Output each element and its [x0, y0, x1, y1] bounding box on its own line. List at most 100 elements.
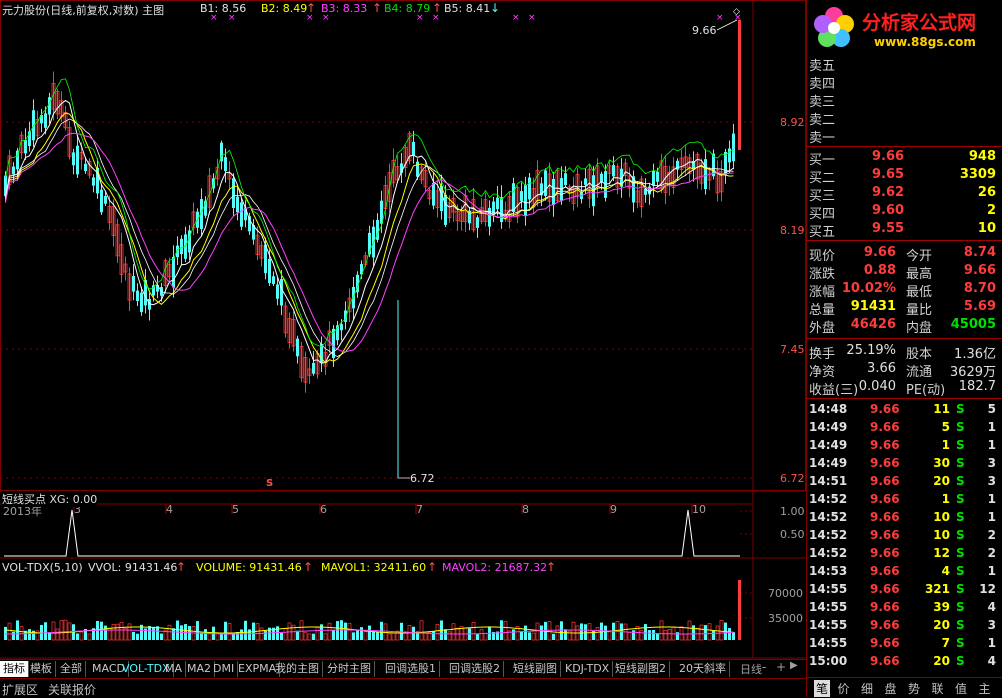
- tab-indicator[interactable]: 模板: [27, 661, 56, 677]
- panel-tab[interactable]: 主: [979, 680, 991, 697]
- tick-time: 14:53: [809, 564, 848, 578]
- tick-time: 14:49: [809, 438, 848, 452]
- kline-candle-down: [488, 207, 491, 227]
- volume-bar-down: [240, 629, 243, 640]
- volume-bar-down: [156, 626, 159, 640]
- kline-candle-down: [272, 276, 275, 284]
- kline-candle-down: [100, 189, 103, 213]
- tick-side: S: [956, 438, 965, 452]
- tick-side: S: [956, 600, 965, 614]
- tick-row: 14:55 9.66 39 S 4: [806, 599, 1000, 617]
- volume-bar-down: [176, 620, 179, 640]
- chart-title: 元力股份(日线,前复权,对数) 主图: [2, 4, 165, 17]
- tick-side: S: [956, 456, 965, 470]
- volume-bar-down: [584, 624, 587, 640]
- tick-time: 14:55: [809, 636, 848, 650]
- tab-indicator[interactable]: 我的主图: [272, 661, 323, 677]
- bid-row: 买二 9.65 3309: [806, 166, 1000, 186]
- tick-row: 14:52 9.66 1 S 1: [806, 491, 1000, 509]
- tab-indicator[interactable]: 20天斜率: [676, 661, 730, 677]
- volume-bar-up: [87, 633, 92, 641]
- volume-bar-up: [435, 623, 440, 641]
- b3-up-arrow-icon: ↑: [372, 1, 383, 15]
- b2-label: B2: 8.49: [261, 2, 308, 15]
- tab-indicator[interactable]: 全部: [57, 661, 86, 677]
- panel-tab[interactable]: 价: [838, 680, 850, 697]
- low-annotation: 6.72: [410, 472, 435, 485]
- quote-value: 9.66: [863, 245, 896, 260]
- price-tick: 8.92: [780, 116, 805, 129]
- volume-up-arrow-icon: ↑: [303, 560, 314, 574]
- volume-bar-up: [683, 633, 688, 641]
- volume-bar-down: [524, 625, 527, 640]
- kline-candle-down: [180, 238, 183, 255]
- tick-side: S: [956, 618, 965, 632]
- tick-volume: 1: [941, 492, 950, 506]
- tab-indicator[interactable]: DMI: [210, 661, 239, 677]
- volume-bar-down: [600, 622, 603, 640]
- volume-bar-up: [111, 624, 116, 641]
- volume-bar-down: [152, 626, 155, 640]
- kline-candle-down: [544, 170, 547, 197]
- quote-value: 10.02%: [841, 281, 896, 296]
- tick-count: 3: [987, 474, 996, 488]
- tab-indicator[interactable]: 分时主图: [324, 661, 375, 677]
- tab-indicator[interactable]: MA: [162, 661, 187, 677]
- volume-bar-down: [172, 628, 175, 640]
- panel-tab[interactable]: 势: [908, 680, 920, 697]
- tick-time: 14:52: [809, 528, 848, 542]
- panel-tab[interactable]: 细: [861, 680, 873, 697]
- fund-row: 净资 3.66 流通 3629万: [806, 360, 1000, 380]
- tab-indicator[interactable]: 回调选股1: [382, 661, 440, 677]
- bid-row: 买五 9.55 10: [806, 220, 1000, 240]
- tick-price: 9.66: [870, 492, 900, 506]
- fund-row: 收益(三) 0.040 PE(动) 182.7: [806, 378, 1000, 398]
- tab-indicator[interactable]: 短线副图2: [612, 661, 670, 677]
- sub1-tick: 1.00: [780, 505, 805, 518]
- tick-volume: 4: [941, 564, 950, 578]
- panel-tab[interactable]: 值: [955, 680, 967, 697]
- zoom-out-icon[interactable]: -: [762, 660, 766, 674]
- volume-bar-down: [100, 621, 103, 640]
- tick-price: 9.66: [870, 582, 900, 596]
- volume-bar-down: [352, 632, 355, 640]
- tab-indicator[interactable]: 回调选股2: [446, 661, 504, 677]
- scroll-right-icon[interactable]: ▶: [790, 660, 798, 671]
- panel-tab[interactable]: 笔: [814, 680, 831, 697]
- volume-bar-down: [44, 622, 47, 640]
- tick-time: 14:49: [809, 456, 848, 470]
- panel-tab[interactable]: 联: [932, 680, 944, 697]
- period-label[interactable]: 日线: [740, 661, 762, 677]
- volume-bar-up: [659, 620, 664, 641]
- tab-indicator[interactable]: KDJ-TDX: [562, 661, 614, 677]
- panel-tab[interactable]: 盘: [885, 680, 897, 697]
- tick-count: 4: [987, 600, 996, 614]
- volume-bar-down: [368, 625, 371, 640]
- volume-bar-down: [376, 632, 379, 640]
- vvol-label: VVOL: 91431.46: [88, 561, 178, 574]
- tab-related-quotes[interactable]: 关联报价: [48, 681, 96, 698]
- kline-candle-down: [564, 173, 567, 186]
- tab-indicator[interactable]: 短线副图: [510, 661, 561, 677]
- kline-candle-down: [224, 157, 227, 172]
- volume-bar-up: [327, 622, 332, 641]
- kline-candle-down: [600, 173, 603, 182]
- zoom-in-icon[interactable]: +: [776, 660, 786, 674]
- tab-indicator[interactable]: 指标: [0, 661, 29, 677]
- month-label: 7: [416, 503, 423, 516]
- tick-volume: 1: [941, 438, 950, 452]
- kline-candle-down: [268, 258, 271, 283]
- volume-bar-up: [639, 630, 644, 641]
- top-diamond-marker: ◇: [733, 7, 740, 17]
- kline-candle-down: [512, 183, 515, 212]
- volume-bar-up: [479, 629, 484, 641]
- kline-candle-down: [280, 279, 283, 306]
- tick-price: 9.66: [870, 564, 900, 578]
- month-label: 8: [522, 503, 529, 516]
- panel-divider: [806, 398, 1002, 399]
- tab-extension[interactable]: 扩展区: [2, 681, 38, 698]
- volume-bar-up: [167, 624, 172, 641]
- quote-row: 涨跌 0.88 最高 9.66: [806, 262, 1000, 282]
- volume-bar-down: [400, 622, 403, 640]
- tick-row: 14:55 9.66 7 S 1: [806, 635, 1000, 653]
